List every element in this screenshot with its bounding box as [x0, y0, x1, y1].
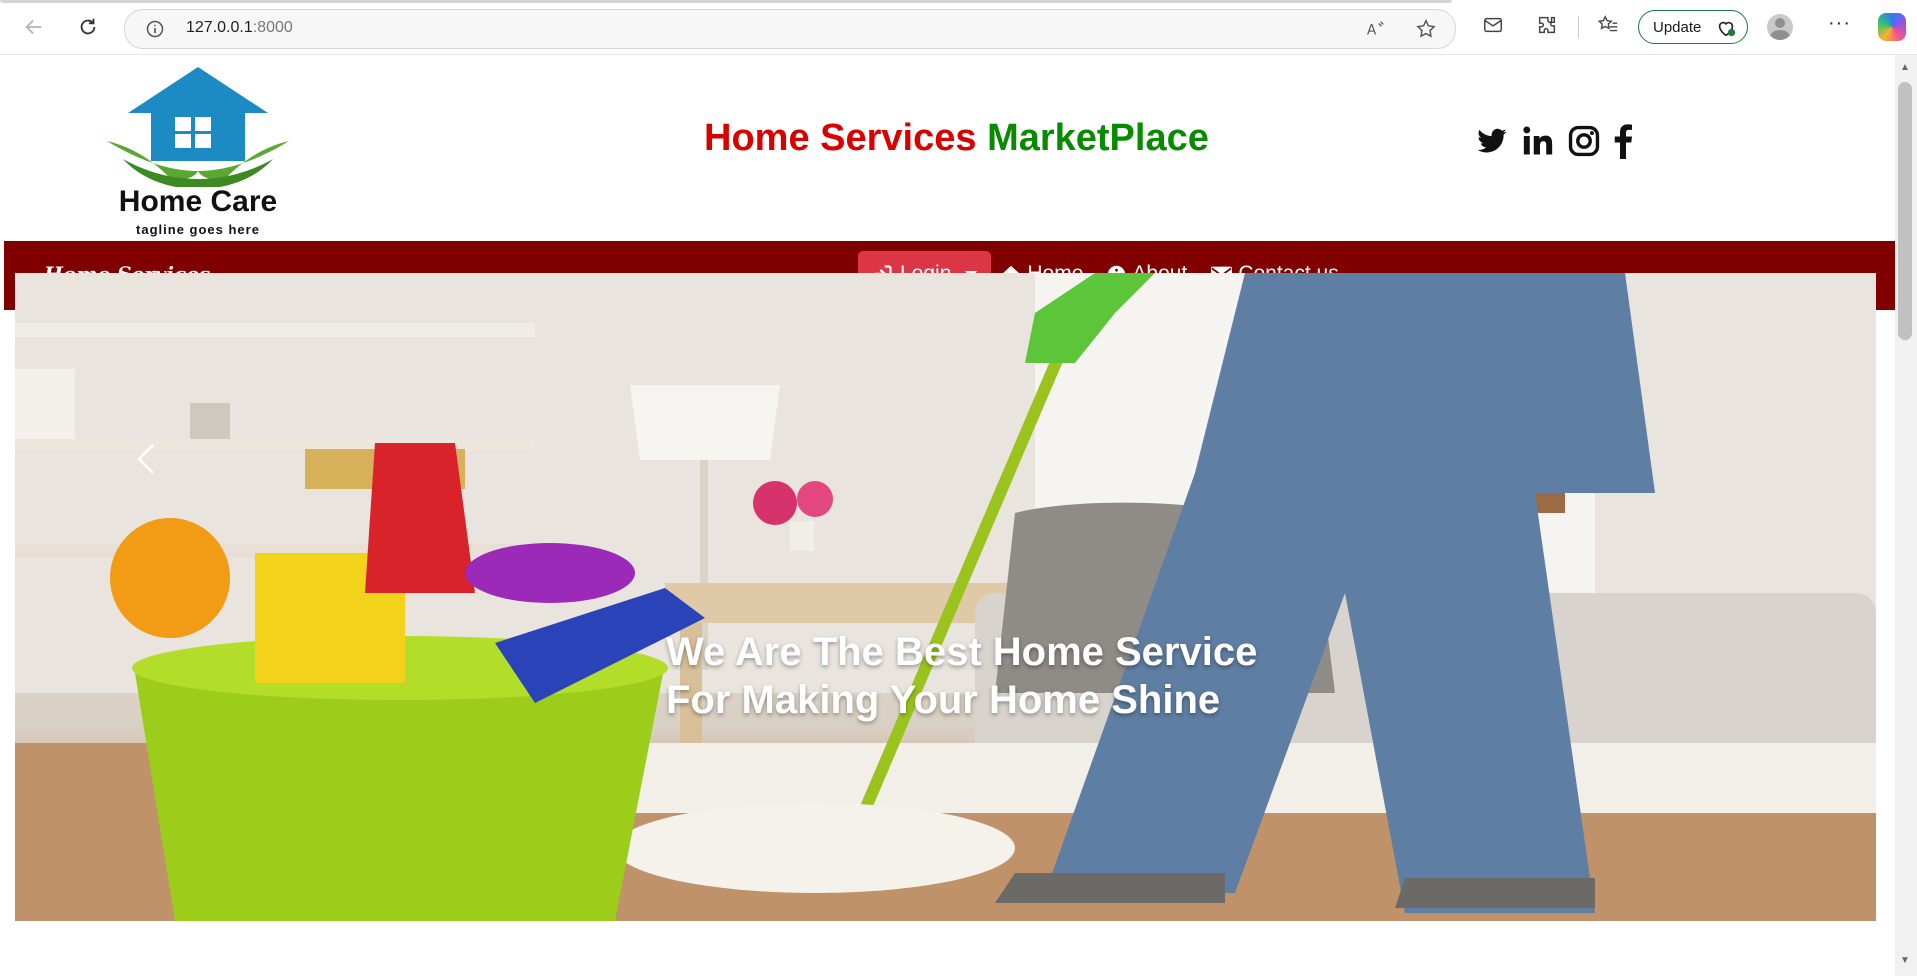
hero-caption: We Are The Best Home Service For Making … [666, 628, 1306, 724]
scroll-up-icon[interactable]: ▲ [1900, 62, 1910, 73]
url-host: 127.0.0.1 [186, 19, 253, 36]
twitter-icon[interactable] [1474, 125, 1510, 157]
hero-carousel: We Are The Best Home Service For Making … [15, 273, 1876, 921]
instagram-icon[interactable] [1566, 124, 1602, 158]
hero-caption-line1: We Are The Best Home Service [666, 630, 1258, 674]
favorite-star-icon[interactable] [1415, 18, 1437, 40]
hero-cleaning-image [15, 273, 1876, 921]
site-title: Home Services MarketPlace [704, 117, 1209, 160]
reload-icon [80, 18, 96, 35]
facebook-icon[interactable] [1612, 123, 1634, 159]
update-label: Update [1653, 18, 1702, 36]
site-logo[interactable]: Home Care tagline goes here [103, 67, 293, 237]
back-arrow-icon [25, 19, 42, 35]
house-hands-logo-icon [107, 67, 289, 187]
back-button[interactable] [19, 12, 49, 42]
toolbar-divider [1578, 16, 1579, 38]
browser-toolbar: 127.0.0.1:8000 A Update ··· [0, 0, 1917, 55]
logo-tagline: tagline goes here [136, 222, 260, 237]
url-text: 127.0.0.1:8000 [186, 19, 293, 37]
more-options-icon[interactable]: ··· [1828, 12, 1851, 35]
address-bar[interactable]: 127.0.0.1:8000 A [124, 9, 1456, 49]
browser-health-icon [1718, 21, 1736, 37]
tab-strip-edge [0, 0, 1452, 3]
extensions-icon[interactable] [1536, 14, 1558, 36]
favorites-list-icon[interactable] [1596, 14, 1620, 36]
reload-button[interactable] [73, 12, 103, 42]
site-title-part1: Home Services [704, 117, 977, 159]
logo-name: Home Care [118, 185, 278, 218]
carousel-prev-icon[interactable] [133, 441, 161, 477]
read-aloud-icon[interactable]: A [1365, 18, 1387, 40]
scroll-down-icon[interactable]: ▼ [1900, 955, 1910, 966]
scrollbar-thumb[interactable] [1898, 82, 1912, 340]
site-title-part2: MarketPlace [987, 117, 1209, 159]
update-button[interactable]: Update [1638, 10, 1748, 44]
hero-caption-line2: For Making Your Home Shine [666, 678, 1221, 722]
social-links [1474, 123, 1634, 159]
mail-icon[interactable] [1482, 14, 1504, 36]
svg-text:A: A [1367, 23, 1377, 39]
site-info-icon[interactable] [145, 19, 165, 39]
url-port: :8000 [252, 19, 293, 36]
profile-avatar[interactable] [1767, 14, 1793, 40]
linkedin-icon[interactable] [1520, 124, 1556, 158]
copilot-icon[interactable] [1878, 13, 1906, 41]
